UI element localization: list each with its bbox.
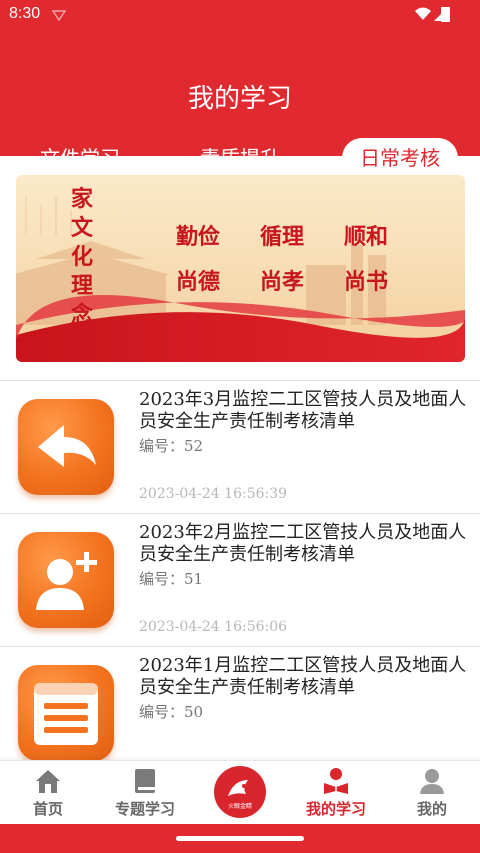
bottom-nav: 首页 专题学习 火眼金睛 我的学习 我的 — [0, 760, 480, 824]
tab-document-study[interactable]: 文件学习 — [24, 138, 136, 178]
reply-arrow-icon — [18, 399, 114, 495]
item-date: 2023-04-24 16:56:06 — [139, 619, 288, 635]
nav-label: 我的学习 — [305, 800, 366, 818]
banner-vertical-char: 文 — [70, 216, 93, 241]
item-date: 2023-04-24 16:56:39 — [139, 486, 288, 502]
banner-vertical-title: 家 文 化 理 念 — [68, 185, 96, 330]
list-item[interactable]: 2023年3月监控二工区管技人员及地面人员安全生产责任制考核清单 编号：52 2… — [0, 380, 480, 513]
nav-label: 我的 — [416, 800, 447, 818]
tab-daily-assessment[interactable]: 日常考核 — [342, 138, 458, 178]
profile-icon — [420, 769, 444, 794]
item-title: 2023年3月监控二工区管技人员及地面人员安全生产责任制考核清单 — [139, 389, 467, 432]
banner-word: 尚孝 — [259, 270, 304, 295]
document-list-icon — [18, 665, 114, 761]
banner-word: 尚书 — [343, 270, 388, 295]
banner-family-culture[interactable]: 家 文 化 理 念 勤俭 循理 顺和 尚德 尚孝 尚书 — [16, 175, 465, 362]
banner-word: 顺和 — [343, 225, 388, 250]
reader-icon — [324, 768, 348, 794]
header: 我的学习 文件学习 素质提升 日常考核 — [0, 30, 480, 178]
nav-home[interactable]: 首页 — [3, 761, 93, 825]
list-item[interactable]: 2023年2月监控二工区管技人员及地面人员安全生产责任制考核清单 编号：51 2… — [0, 513, 480, 646]
banner-vertical-char: 化 — [70, 245, 93, 270]
book-icon — [135, 769, 155, 793]
banner-vertical-char: 念 — [70, 303, 93, 328]
banner-word: 尚德 — [175, 270, 220, 295]
item-code: 编号：50 — [139, 703, 204, 721]
status-time: 8:30 — [9, 5, 41, 22]
nav-label: 专题学习 — [114, 800, 175, 818]
page-title: 我的学习 — [187, 84, 292, 114]
status-bar: 8:30 — [0, 0, 480, 30]
center-logo-icon — [228, 780, 248, 796]
banner-word: 勤俭 — [175, 225, 220, 250]
home-icon — [36, 770, 60, 793]
tab-bar: 文件学习 素质提升 日常考核 — [0, 138, 480, 180]
battery-icon — [441, 7, 450, 22]
nav-my-study[interactable]: 我的学习 — [291, 761, 381, 825]
item-title: 2023年1月监控二工区管技人员及地面人员安全生产责任制考核清单 — [139, 655, 467, 698]
item-code: 编号：52 — [139, 437, 204, 455]
wifi-icon — [415, 7, 431, 20]
center-logo-button[interactable]: 火眼金睛 — [214, 766, 266, 818]
center-logo-text: 火眼金睛 — [227, 803, 252, 810]
nav-label: 首页 — [32, 800, 63, 818]
gesture-bar — [0, 824, 480, 853]
tab-quality-improvement[interactable]: 素质提升 — [184, 138, 296, 178]
nav-profile[interactable]: 我的 — [387, 761, 477, 825]
item-title: 2023年2月监控二工区管技人员及地面人员安全生产责任制考核清单 — [139, 522, 467, 565]
banner-word: 循理 — [259, 225, 304, 250]
notification-icon — [52, 10, 66, 21]
item-code: 编号：51 — [139, 570, 204, 588]
banner-vertical-char: 理 — [70, 274, 93, 299]
banner-vertical-char: 家 — [70, 187, 93, 212]
add-user-icon — [18, 532, 114, 628]
nav-topic-study[interactable]: 专题学习 — [100, 761, 190, 825]
home-gesture-handle[interactable] — [176, 836, 304, 841]
